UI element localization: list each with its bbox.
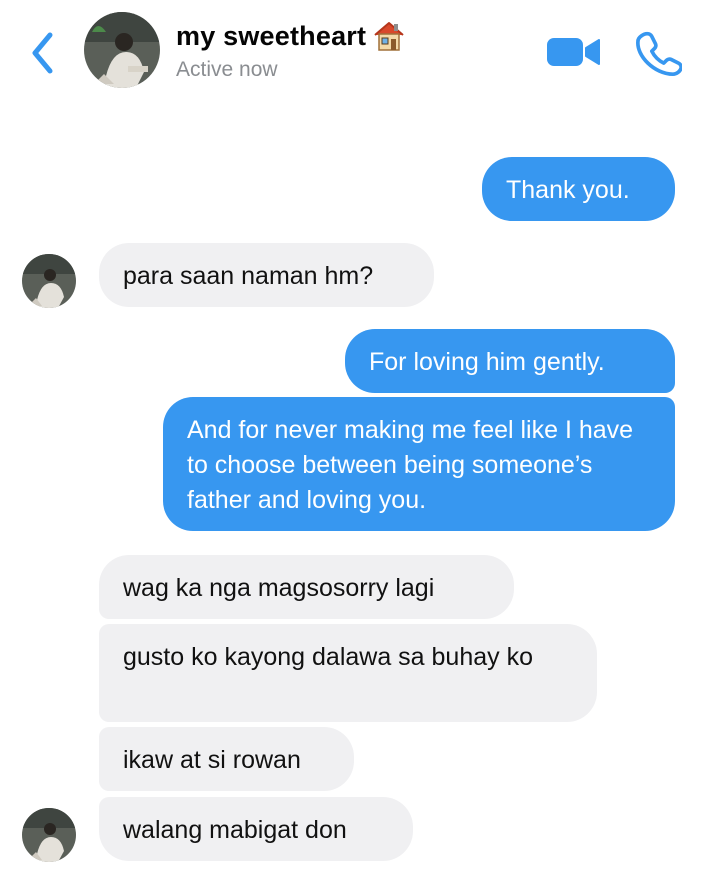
outgoing-message[interactable]: And for never making me feel like I have… [163,397,675,531]
incoming-message[interactable]: gusto ko kayong dalawa sa buhay ko [99,624,597,722]
chevron-left-icon[interactable] [28,30,58,76]
contact-avatar[interactable] [84,12,160,88]
video-camera-icon[interactable] [545,33,601,71]
phone-icon[interactable] [636,30,682,76]
house-icon [374,22,404,51]
incoming-message[interactable]: para saan naman hm? [99,243,434,307]
contact-info[interactable]: my sweetheart Active now [176,20,406,82]
contact-name: my sweetheart [176,20,367,51]
outgoing-message[interactable]: Thank you. [482,157,675,221]
chat-header: my sweetheart Active now [0,0,720,110]
contact-message-avatar[interactable] [22,254,76,308]
incoming-message[interactable]: wag ka nga magsosorry lagi [99,555,514,619]
incoming-message[interactable]: ikaw at si rowan [99,727,354,791]
active-status: Active now [176,58,278,81]
outgoing-message[interactable]: For loving him gently. [345,329,675,393]
incoming-message[interactable]: walang mabigat don [99,797,413,861]
contact-message-avatar[interactable] [22,808,76,862]
